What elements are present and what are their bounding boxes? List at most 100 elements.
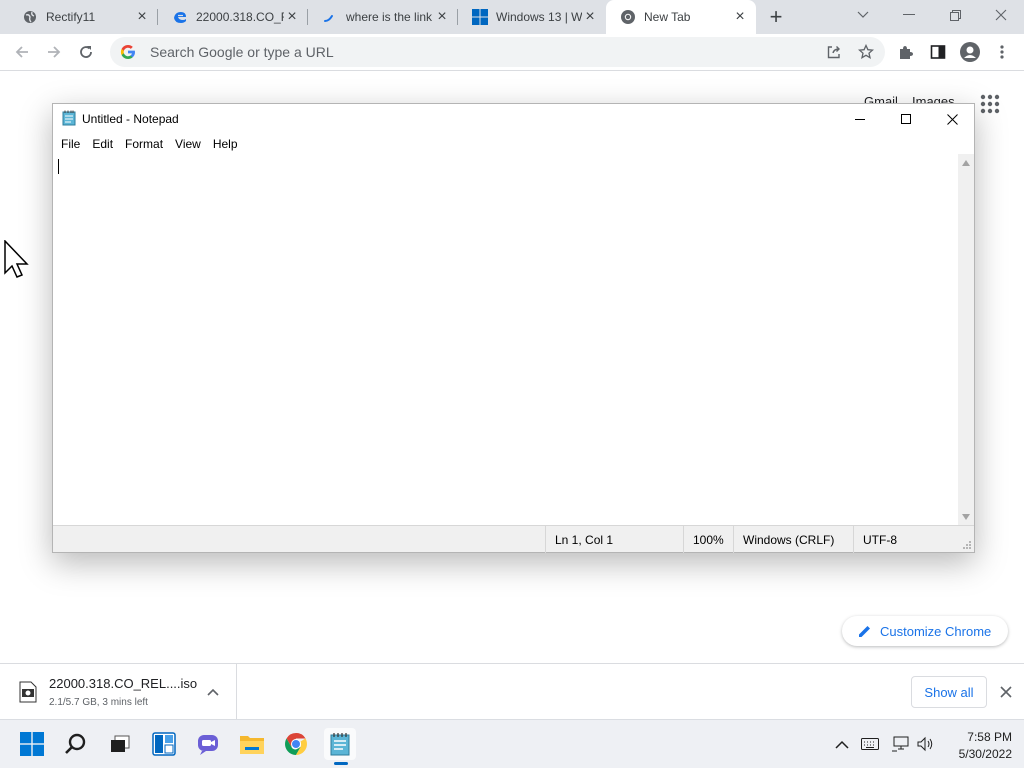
close-icon[interactable]: × <box>732 9 748 25</box>
chrome-icon <box>285 733 307 755</box>
restore-button[interactable] <box>932 0 978 30</box>
menu-help[interactable]: Help <box>207 137 244 151</box>
close-icon[interactable]: × <box>434 9 450 25</box>
start-button[interactable] <box>16 728 48 760</box>
volume-icon[interactable] <box>916 734 936 754</box>
tab-search-chevron-icon[interactable] <box>840 0 886 30</box>
task-view-icon <box>111 735 130 752</box>
tab-new-tab[interactable]: New Tab × <box>606 0 756 34</box>
file-explorer-button[interactable] <box>236 728 268 760</box>
notepad-taskbar-button[interactable] <box>324 728 356 760</box>
extensions-puzzle-icon[interactable] <box>894 40 918 64</box>
back-button[interactable] <box>10 40 34 64</box>
chrome-taskbar-button[interactable] <box>280 728 312 760</box>
menu-edit[interactable]: Edit <box>86 137 119 151</box>
keyboard-icon[interactable] <box>860 734 880 754</box>
tab-title: Rectify11 <box>46 10 96 24</box>
show-all-button[interactable]: Show all <box>911 676 987 708</box>
tab-title: 22000.318.CO_R <box>196 10 284 24</box>
clock-date: 5/30/2022 <box>958 747 1012 761</box>
status-position: Ln 1, Col 1 <box>545 526 683 553</box>
tray-overflow-chevron-icon[interactable] <box>832 734 852 754</box>
scroll-up-arrow-icon[interactable] <box>962 160 970 166</box>
clock-time: 7:58 PM <box>967 730 1012 744</box>
status-zoom: 100% <box>683 526 733 553</box>
status-encoding: UTF-8 <box>853 526 974 553</box>
edge-icon <box>172 9 188 25</box>
notepad-maximize-button[interactable] <box>883 104 929 134</box>
menu-format[interactable]: Format <box>119 137 169 151</box>
close-download-shelf-icon[interactable] <box>996 682 1016 702</box>
chrome-icon <box>620 9 636 25</box>
task-view-button[interactable] <box>104 728 136 760</box>
forward-button[interactable] <box>42 40 66 64</box>
omnibox[interactable]: Search Google or type a URL <box>110 37 885 67</box>
google-apps-icon[interactable] <box>980 94 1000 114</box>
download-item[interactable]: 22000.318.CO_REL....iso 2.1/5.7 GB, 3 mi… <box>0 664 237 720</box>
tab-title: New Tab <box>644 10 691 24</box>
tab-strip: Rectify11 × 22000.318.CO_R × where is th… <box>0 0 1024 34</box>
notepad-close-button[interactable] <box>929 104 975 134</box>
profile-avatar-icon[interactable] <box>958 40 982 64</box>
minimize-button[interactable] <box>886 0 932 30</box>
menu-view[interactable]: View <box>169 137 207 151</box>
share-icon[interactable] <box>826 44 842 63</box>
customize-chrome-button[interactable]: Customize Chrome <box>842 616 1008 646</box>
scroll-down-arrow-icon[interactable] <box>962 514 970 520</box>
menu-file[interactable]: File <box>55 137 86 151</box>
tab-22000-iso[interactable]: 22000.318.CO_R × <box>158 0 308 34</box>
teams-chat-icon <box>198 735 218 755</box>
globe-icon <box>22 9 38 25</box>
notepad-icon <box>62 110 76 129</box>
download-shelf: 22000.318.CO_REL....iso 2.1/5.7 GB, 3 mi… <box>0 663 1024 720</box>
reload-button[interactable] <box>74 40 98 64</box>
bookmark-star-icon[interactable] <box>857 43 875 63</box>
vertical-scrollbar[interactable] <box>958 154 974 525</box>
system-clock[interactable]: 7:58 PM 5/30/2022 <box>944 729 1012 763</box>
download-filename: 22000.318.CO_REL....iso <box>49 676 198 691</box>
resize-grip-icon[interactable] <box>962 540 972 550</box>
notepad-window-title: Untitled - Notepad <box>82 112 179 126</box>
side-panel-icon[interactable] <box>926 40 950 64</box>
close-icon[interactable]: × <box>582 9 598 25</box>
tab-windows-13[interactable]: Windows 13 | W × <box>458 0 606 34</box>
notepad-icon <box>330 733 350 756</box>
status-line-ending: Windows (CRLF) <box>733 526 853 553</box>
search-icon <box>65 733 86 754</box>
kebab-menu-icon[interactable] <box>990 40 1014 64</box>
tab-rectify11[interactable]: Rectify11 × <box>8 0 158 34</box>
windows-taskbar: 7:58 PM 5/30/2022 <box>0 719 1024 768</box>
notepad-text-area[interactable] <box>54 154 958 525</box>
folder-icon <box>240 736 264 754</box>
notepad-statusbar: Ln 1, Col 1 100% Windows (CRLF) UTF-8 <box>53 525 974 553</box>
customize-chrome-label: Customize Chrome <box>880 623 992 639</box>
notepad-titlebar[interactable]: Untitled - Notepad <box>53 104 974 134</box>
omnibox-placeholder: Search Google or type a URL <box>150 44 334 60</box>
close-icon[interactable]: × <box>284 9 300 25</box>
windows-start-icon <box>20 732 44 756</box>
network-icon[interactable] <box>891 734 911 754</box>
notepad-minimize-button[interactable] <box>837 104 883 134</box>
windows-icon <box>472 9 488 25</box>
close-window-button[interactable] <box>978 0 1024 30</box>
taskbar-search-button[interactable] <box>60 728 92 760</box>
chevron-up-icon[interactable] <box>205 684 221 700</box>
iso-file-icon <box>19 681 37 703</box>
text-caret <box>58 159 59 174</box>
mouse-cursor-icon <box>4 240 29 278</box>
close-icon[interactable]: × <box>134 9 150 25</box>
tab-title: where is the link <box>346 10 433 24</box>
browser-toolbar: Search Google or type a URL <box>0 34 1024 71</box>
loading-icon <box>322 9 338 25</box>
widgets-button[interactable] <box>148 728 180 760</box>
active-app-indicator <box>334 762 348 765</box>
tab-where-is-the-link[interactable]: where is the link × <box>308 0 458 34</box>
google-g-icon <box>120 45 135 59</box>
notepad-window: Untitled - Notepad File Edit Format View… <box>52 103 975 553</box>
notepad-menubar: File Edit Format View Help <box>53 134 244 154</box>
new-tab-button[interactable]: + <box>766 4 786 29</box>
tab-title: Windows 13 | W <box>496 10 582 24</box>
download-status: 2.1/5.7 GB, 3 mins left <box>49 697 148 708</box>
teams-chat-button[interactable] <box>192 728 224 760</box>
pencil-icon <box>859 626 870 637</box>
